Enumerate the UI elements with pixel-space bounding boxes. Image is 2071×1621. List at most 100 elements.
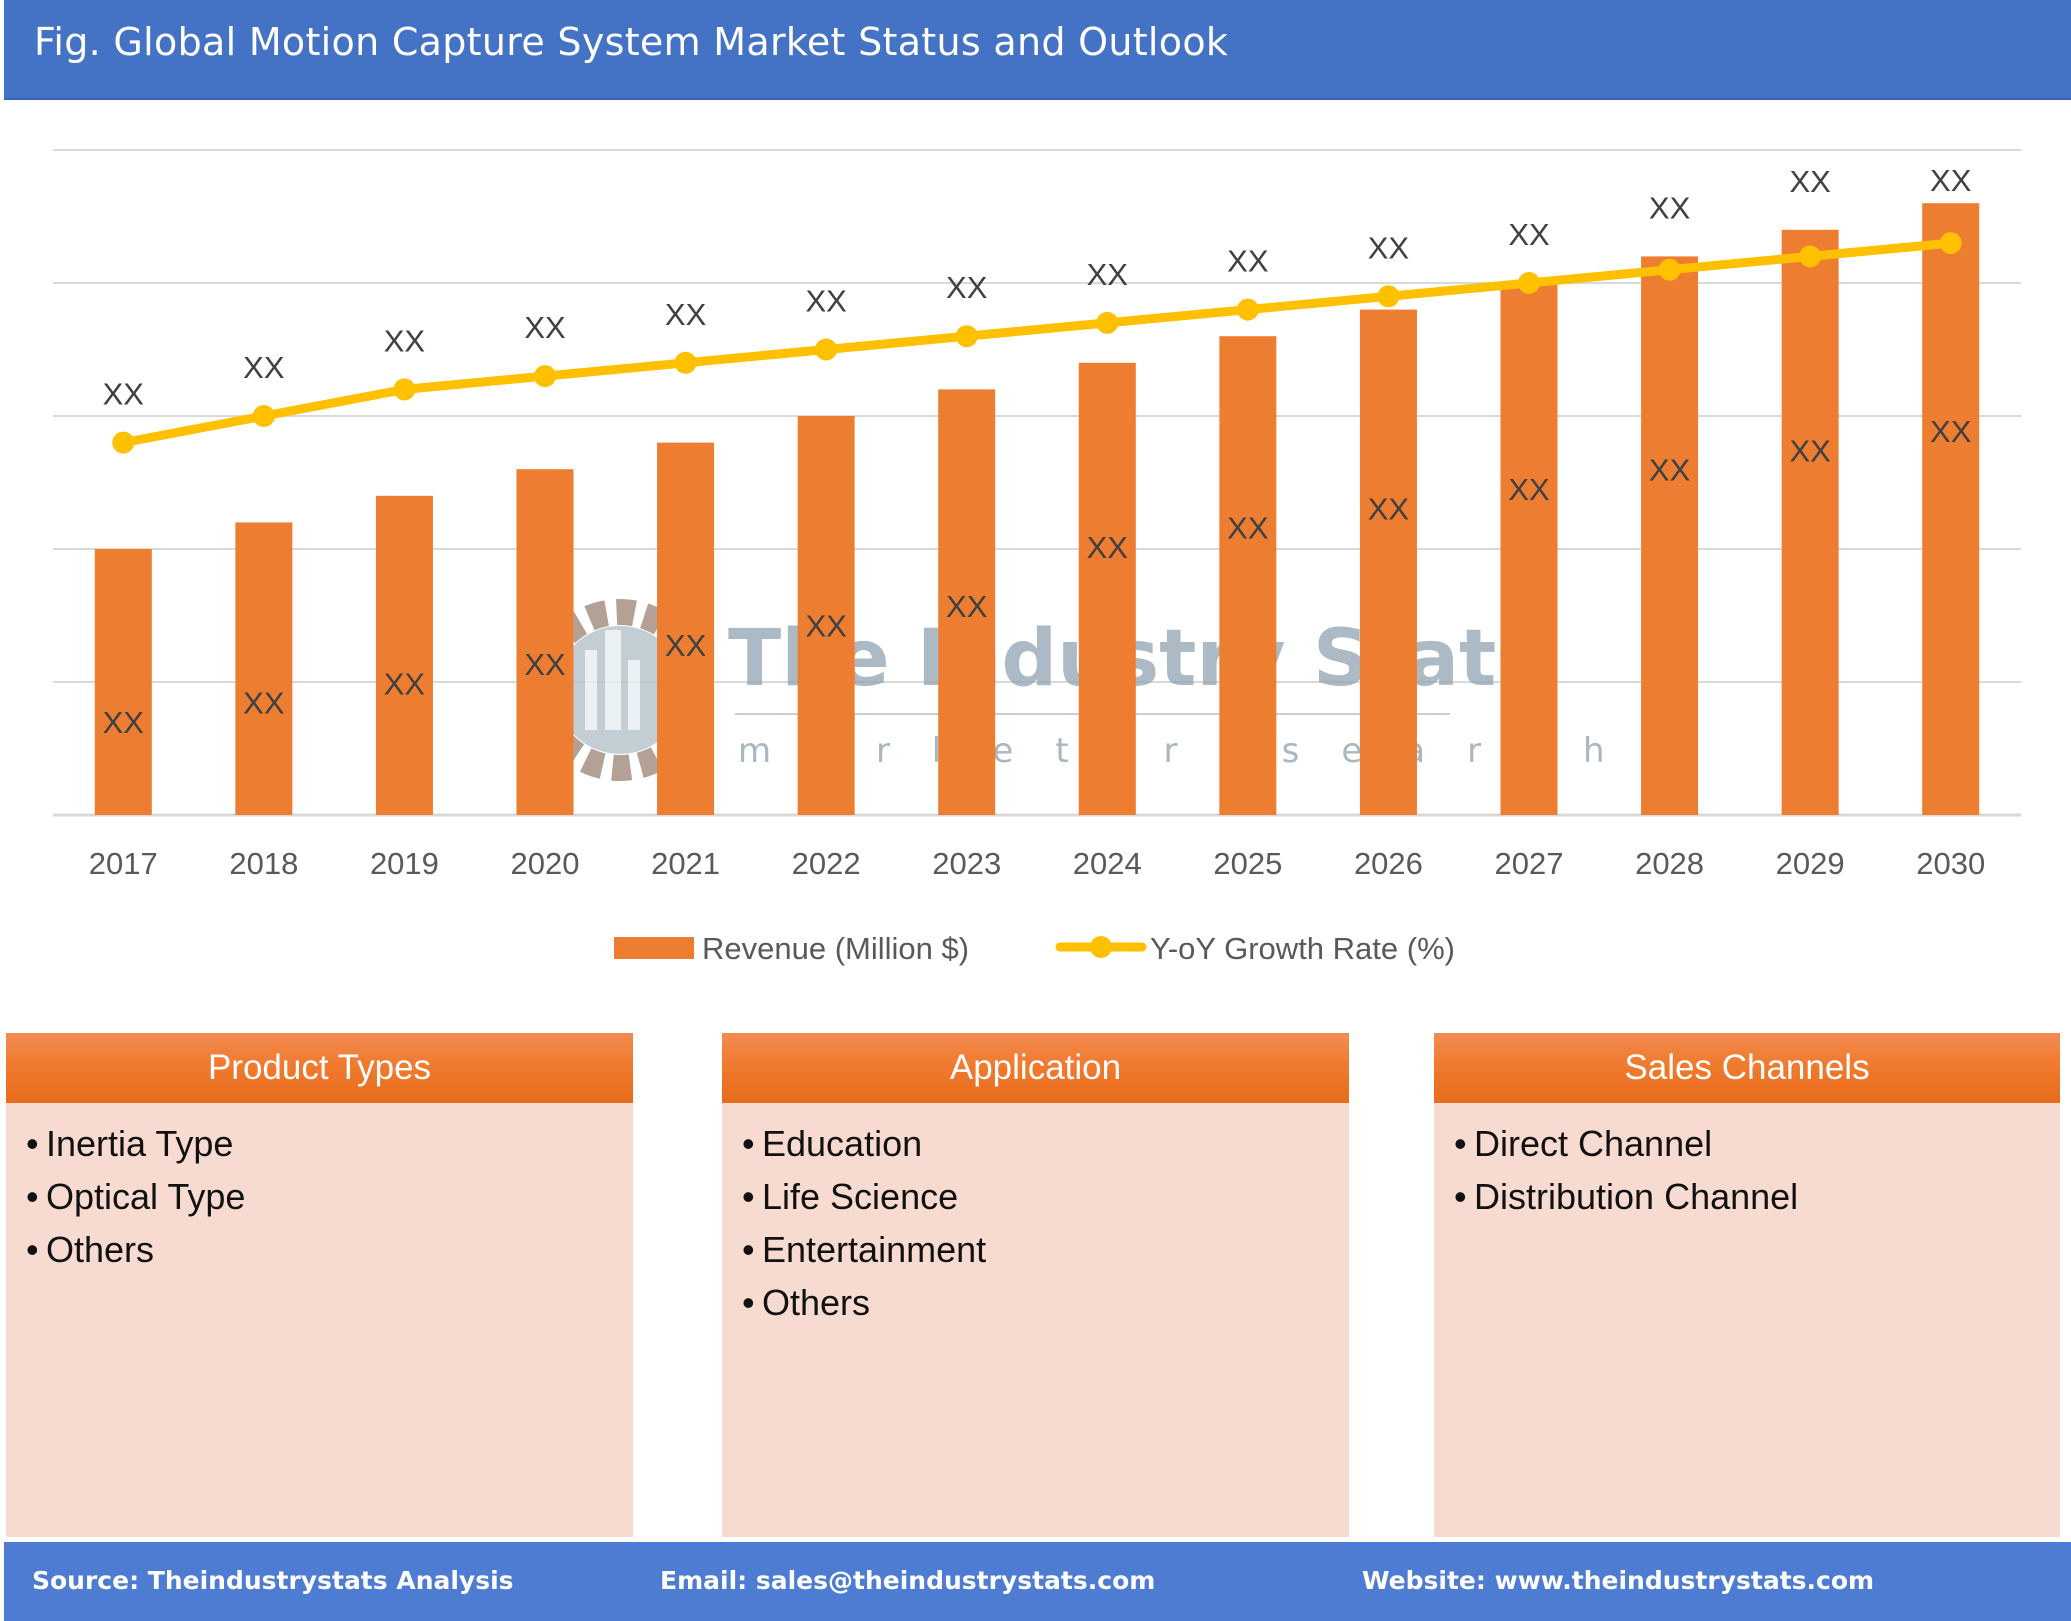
revenue-data-label: XX xyxy=(1368,491,1410,526)
application-header: Application xyxy=(722,1033,1349,1103)
growth-data-label: XX xyxy=(1368,230,1410,265)
list-item-label: Others xyxy=(46,1229,155,1270)
x-tick-label: 2023 xyxy=(932,846,1001,881)
legend-swatch-growth-marker xyxy=(1090,936,1112,958)
x-tick-label: 2022 xyxy=(792,846,861,881)
growth-marker xyxy=(1799,245,1822,268)
product-types-header: Product Types xyxy=(6,1033,633,1103)
list-item-label: Direct Channel xyxy=(1474,1123,1713,1164)
revenue-data-label: XX xyxy=(524,647,566,682)
chart-legend: Revenue (Million $) Y-oY Growth Rate (%) xyxy=(614,931,1455,966)
revenue-data-label: XX xyxy=(384,666,426,701)
product-types-box: Product Types • Inertia Type • Optical Type… xyxy=(6,1033,633,1537)
revenue-data-label: XX xyxy=(946,589,988,624)
sales-channels-header: Sales Channels xyxy=(1434,1033,2060,1103)
revenue-data-label: XX xyxy=(243,686,285,721)
revenue-data-label: XX xyxy=(1789,433,1831,468)
growth-marker xyxy=(1658,258,1681,281)
growth-data-label: XX xyxy=(946,270,988,305)
list-item: • Entertainment xyxy=(742,1223,986,1276)
bullet-icon: • xyxy=(742,1229,755,1270)
list-item: • Distribution Channel xyxy=(1454,1170,1798,1223)
revenue-data-label: XX xyxy=(1930,414,1972,449)
x-tick-label: 2026 xyxy=(1354,846,1423,881)
growth-data-label: XX xyxy=(243,350,285,385)
growth-marker xyxy=(1939,232,1962,255)
revenue-bar xyxy=(375,495,433,815)
list-item-label: Inertia Type xyxy=(46,1123,234,1164)
revenue-data-label: XX xyxy=(1227,511,1269,546)
growth-data-label: XX xyxy=(524,310,566,345)
revenue-bar xyxy=(1781,229,1839,816)
x-axis: 2017 2018 2019 2020 2021 2022 2023 2024 2025 2026… xyxy=(89,846,1985,881)
growth-marker xyxy=(955,325,978,348)
list-item-label: Others xyxy=(762,1282,871,1323)
revenue-data-label: XX xyxy=(665,628,707,663)
x-tick-label: 2018 xyxy=(229,846,298,881)
revenue-bar xyxy=(1641,256,1699,815)
growth-data-label: XX xyxy=(1649,190,1691,225)
list-item-label: Optical Type xyxy=(46,1176,246,1217)
title-bar: Fig. Global Motion Capture System Market… xyxy=(4,0,2071,100)
x-tick-label: 2024 xyxy=(1073,846,1142,881)
footer-website[interactable]: Website: www.theindustrystats.com xyxy=(1362,1566,1874,1595)
list-item: • Others xyxy=(26,1223,245,1276)
application-list: • Education • Life Science • Entertainment • Ot… xyxy=(742,1117,986,1329)
bullet-icon: • xyxy=(1454,1176,1467,1217)
list-item: • Optical Type xyxy=(26,1170,245,1223)
list-item: • Others xyxy=(742,1276,986,1329)
growth-marker xyxy=(534,365,556,388)
growth-data-label: XX xyxy=(1789,164,1831,199)
revenue-bar xyxy=(1359,309,1417,815)
growth-data-label: XX xyxy=(1508,217,1550,252)
legend-label-growth: Y-oY Growth Rate (%) xyxy=(1150,931,1455,966)
growth-marker xyxy=(815,338,838,361)
growth-data-label: XX xyxy=(1087,257,1129,292)
legend-swatch-revenue xyxy=(614,937,694,959)
x-tick-label: 2030 xyxy=(1916,846,1985,881)
market-chart: The Industry Stats market research XXXXX… xyxy=(53,149,2021,966)
list-item-label: Life Science xyxy=(762,1176,959,1217)
growth-marker xyxy=(1236,298,1259,321)
growth-marker xyxy=(252,405,275,427)
growth-data-label: XX xyxy=(665,297,707,332)
product-types-list: • Inertia Type • Optical Type • Others xyxy=(26,1117,245,1276)
bullet-icon: • xyxy=(26,1176,39,1217)
growth-data-label: XX xyxy=(805,284,847,319)
sales-channels-list: • Direct Channel • Distribution Channel xyxy=(1454,1117,1798,1223)
revenue-bar xyxy=(1219,336,1277,815)
bullet-icon: • xyxy=(742,1176,755,1217)
list-item: • Direct Channel xyxy=(1454,1117,1798,1170)
bullet-icon: • xyxy=(26,1123,39,1164)
growth-data-label: XX xyxy=(1930,163,1972,198)
bullet-icon: • xyxy=(1454,1123,1467,1164)
application-box: Application • Education • Life Science • Ente… xyxy=(722,1033,1349,1537)
revenue-bar xyxy=(1500,283,1558,815)
x-tick-label: 2021 xyxy=(651,846,720,881)
x-tick-label: 2028 xyxy=(1635,846,1704,881)
revenue-data-label: XX xyxy=(805,609,847,644)
revenue-bar xyxy=(1922,203,1980,815)
revenue-data-label: XX xyxy=(1649,453,1691,488)
growth-marker xyxy=(393,378,416,401)
revenue-bar xyxy=(1078,362,1136,815)
gridlines xyxy=(53,149,2021,817)
x-tick-label: 2029 xyxy=(1776,846,1845,881)
footer-source: Source: Theindustrystats Analysis xyxy=(32,1566,514,1595)
list-item: • Life Science xyxy=(742,1170,986,1223)
growth-marker xyxy=(1096,311,1119,334)
legend-label-revenue: Revenue (Million $) xyxy=(702,931,969,966)
revenue-bar xyxy=(94,549,152,815)
x-tick-label: 2020 xyxy=(511,846,580,881)
x-tick-label: 2025 xyxy=(1213,846,1282,881)
revenue-bar xyxy=(516,469,574,815)
list-item-label: Entertainment xyxy=(762,1229,987,1270)
bullet-icon: • xyxy=(26,1229,39,1270)
footer-email[interactable]: Email: sales@theindustrystats.com xyxy=(660,1566,1155,1595)
growth-marker xyxy=(112,431,135,454)
x-tick-label: 2017 xyxy=(89,846,158,881)
page-title: Fig. Global Motion Capture System Market… xyxy=(34,20,1229,64)
revenue-bar xyxy=(235,522,293,815)
revenue-data-label: XX xyxy=(103,705,145,740)
sales-channels-box: Sales Channels • Direct Channel • Distribut… xyxy=(1434,1033,2060,1537)
